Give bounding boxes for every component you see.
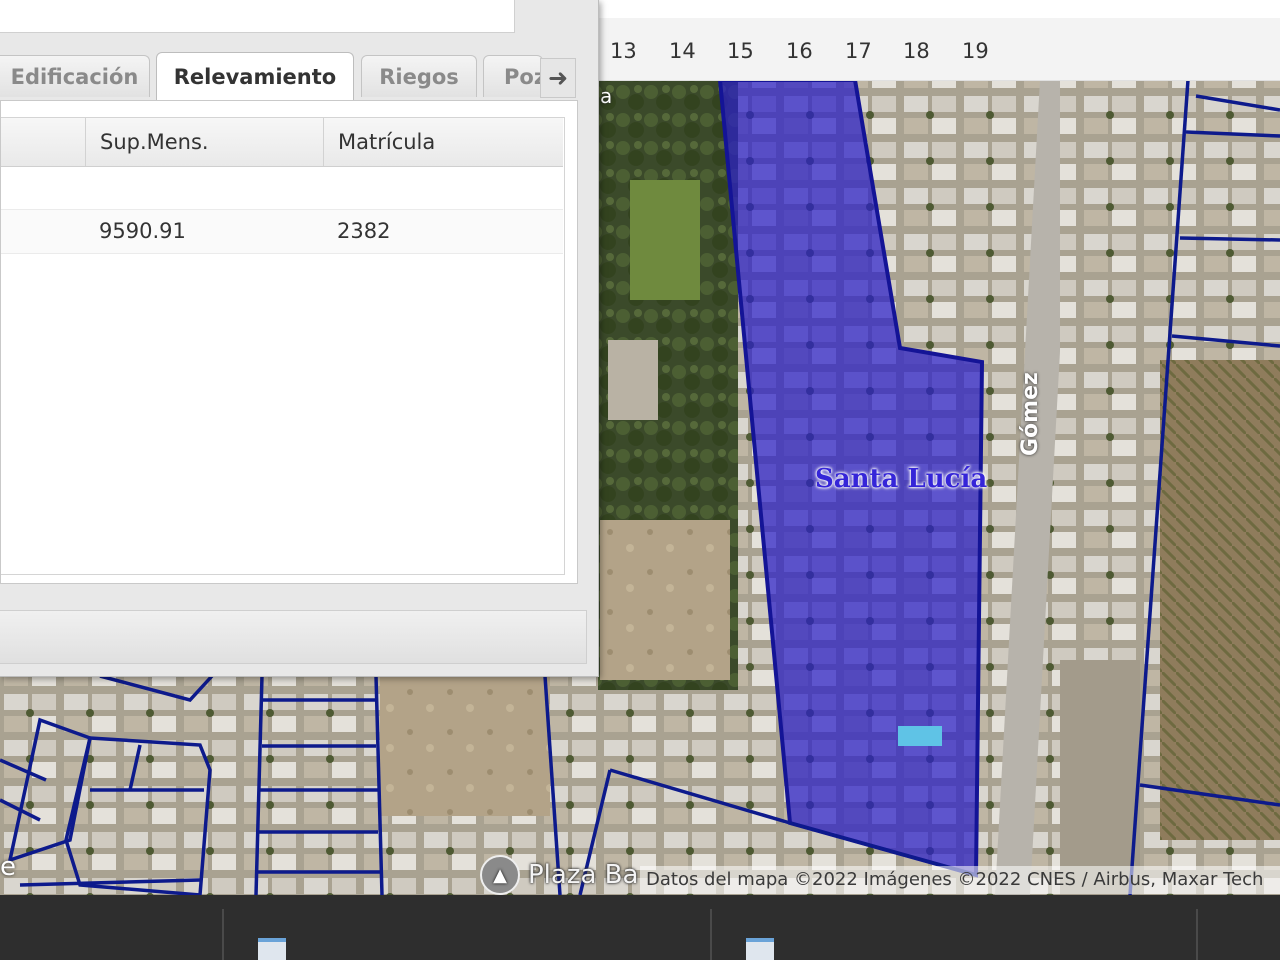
- street-label: Gómez: [1018, 372, 1043, 456]
- table-row[interactable]: [1, 166, 563, 210]
- tab-riegos[interactable]: Riegos: [361, 55, 477, 97]
- tab-relevamiento[interactable]: Relevamiento: [156, 52, 354, 100]
- table-cell-sup-mens: 9590.91: [99, 219, 186, 243]
- tab-edificacion[interactable]: Edificación: [0, 55, 150, 97]
- ruler-number: 17: [845, 39, 872, 63]
- taskbar-separator: [1196, 909, 1198, 960]
- ruler-number: 16: [786, 39, 813, 63]
- poi-label: Plaza Ba: [528, 860, 639, 890]
- taskbar-separator: [222, 909, 224, 960]
- table-cell: [1, 166, 85, 208]
- window-icon[interactable]: [258, 938, 286, 960]
- arrow-right-icon[interactable]: ➜: [540, 58, 576, 98]
- tab-strip: Edificación Relevamiento Riegos Poz: [0, 52, 580, 100]
- parcel-info-dialog: Edificación Relevamiento Riegos Poz ➜ Su…: [0, 0, 599, 677]
- tab-pozos[interactable]: Poz: [483, 55, 543, 97]
- grid-header: Sup.Mens. Matrícula: [1, 118, 563, 167]
- column-header[interactable]: [1, 118, 85, 166]
- table-cell: [323, 166, 563, 208]
- table-cell-matricula: 2382: [337, 219, 391, 243]
- ruler-number: 18: [903, 39, 930, 63]
- map-edge-label: a: [600, 84, 613, 108]
- map-top-margin: [598, 0, 1280, 18]
- parcel-label: Santa Lucía: [815, 464, 988, 494]
- ruler-number: 15: [727, 39, 754, 63]
- map-edge-label: e: [0, 852, 16, 882]
- column-header-matricula[interactable]: Matrícula: [323, 118, 563, 166]
- map-attribution: Datos del mapa ©2022 Imágenes ©2022 CNES…: [640, 866, 1280, 894]
- column-header-sup-mens[interactable]: Sup.Mens.: [85, 118, 323, 166]
- table-row[interactable]: 9590.91 2382: [1, 210, 563, 254]
- data-grid: Sup.Mens. Matrícula 9590.91 2382: [1, 117, 565, 575]
- map-ruler: 13 14 15 16 17 18 19: [598, 18, 1280, 81]
- table-cell: [1, 210, 85, 252]
- ruler-number: 19: [962, 39, 989, 63]
- poi-marker[interactable]: ▲ Plaza Ba: [480, 855, 639, 895]
- taskbar-separator: [710, 909, 712, 960]
- dialog-footer: [0, 610, 587, 664]
- dialog-top-field: [0, 0, 515, 33]
- taskbar: [0, 895, 1280, 960]
- tab-panel-relevamiento: Sup.Mens. Matrícula 9590.91 2382: [0, 100, 578, 584]
- ruler-number: 14: [669, 39, 696, 63]
- tree-icon: ▲: [480, 855, 520, 895]
- table-cell: [85, 166, 323, 208]
- map-edge-label: as: [0, 676, 2, 699]
- window-icon[interactable]: [746, 938, 774, 960]
- ruler-number: 13: [610, 39, 637, 63]
